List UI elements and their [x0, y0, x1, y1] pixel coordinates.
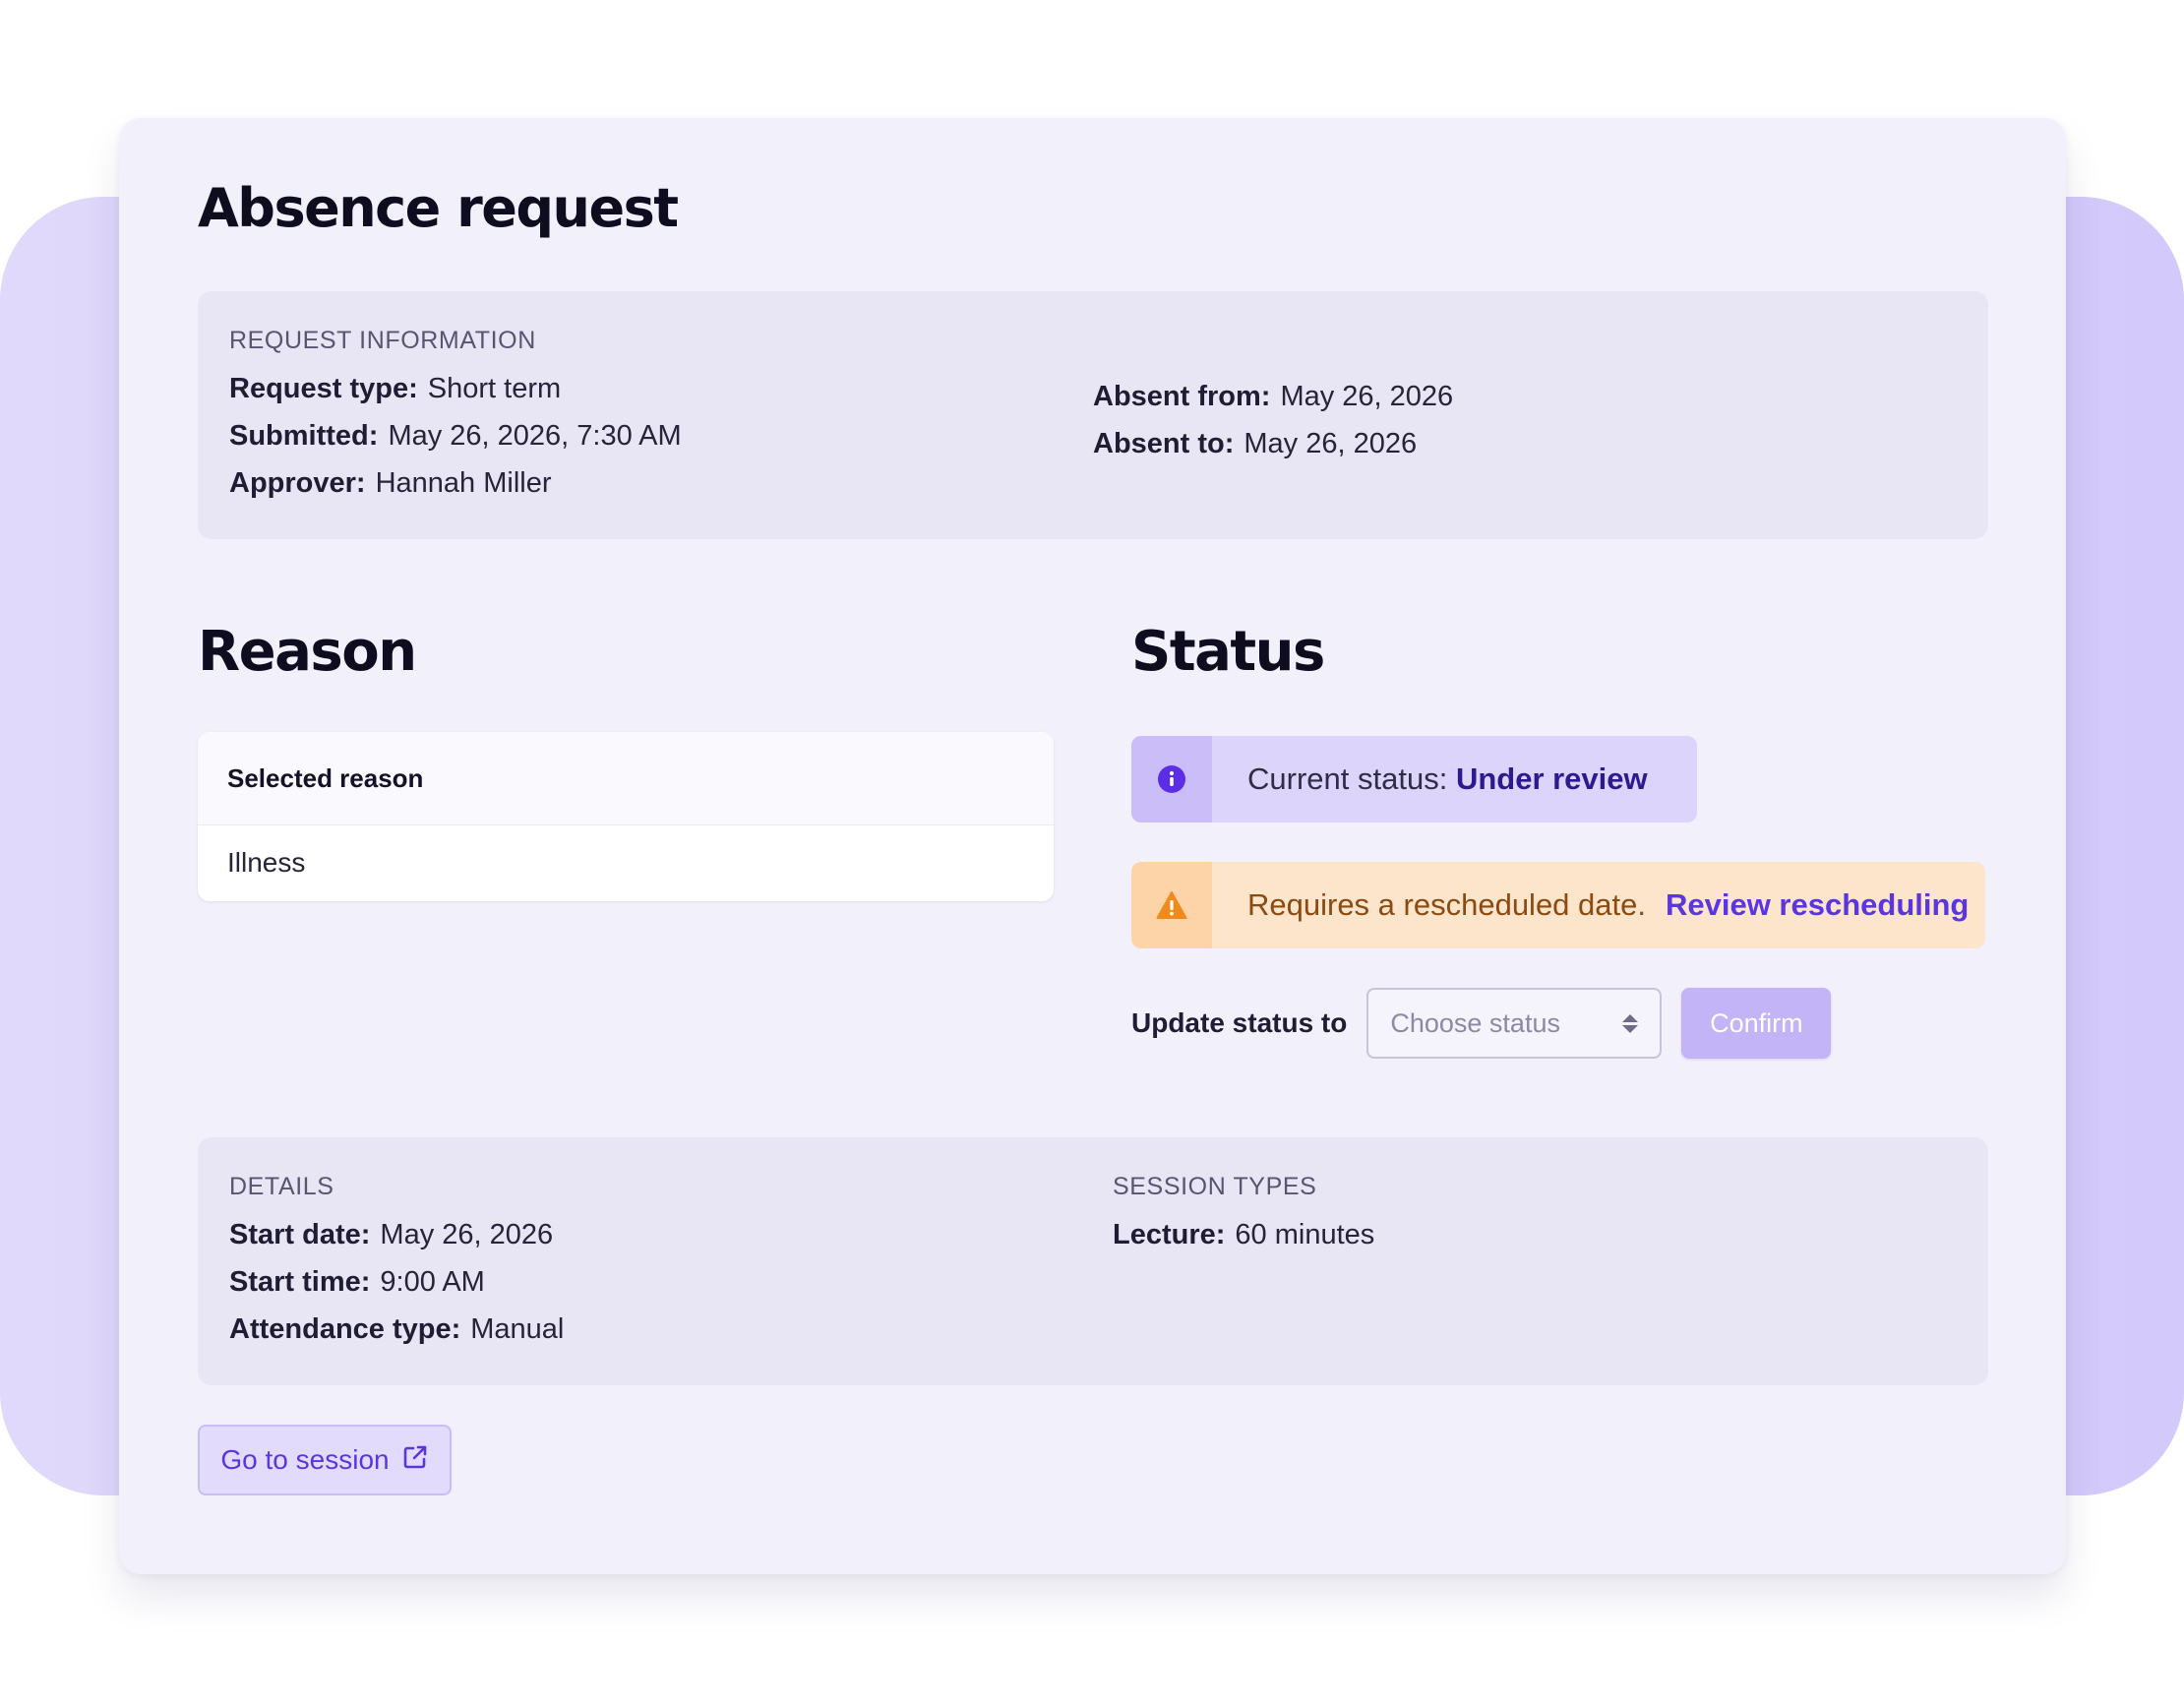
lecture-label: Lecture:	[1113, 1219, 1226, 1250]
current-status-value: Under review	[1455, 762, 1648, 796]
submitted-row: Submitted: May 26, 2026, 7:30 AM	[229, 412, 682, 459]
request-type-row: Request type: Short term	[229, 365, 682, 412]
approver-row: Approver: Hannah Miller	[229, 459, 682, 507]
session-types-column: SESSION TYPES Lecture: 60 minutes	[1113, 1173, 1374, 1258]
details-column: DETAILS Start date: May 26, 2026 Start ti…	[229, 1173, 564, 1353]
request-information-left: REQUEST INFORMATION Request type: Short t…	[229, 327, 682, 507]
reschedule-warning-text: Requires a rescheduled date. Review resch…	[1212, 887, 1985, 923]
absent-from-label: Absent from:	[1093, 381, 1271, 412]
attendance-type-label: Attendance type:	[229, 1313, 461, 1345]
status-select-placeholder: Choose status	[1390, 1007, 1560, 1038]
request-information-right: Absent from: May 26, 2026 Absent to: May 2…	[1093, 373, 1453, 467]
confirm-button[interactable]: Confirm	[1681, 988, 1832, 1059]
start-date-value: May 26, 2026	[380, 1219, 554, 1250]
absent-from-value: May 26, 2026	[1280, 381, 1454, 412]
absent-to-value: May 26, 2026	[1244, 428, 1418, 459]
details-heading: DETAILS	[229, 1173, 334, 1200]
absent-from-row: Absent from: May 26, 2026	[1093, 373, 1453, 420]
request-information-panel: REQUEST INFORMATION Request type: Short t…	[198, 291, 1988, 539]
review-rescheduling-link[interactable]: Review rescheduling	[1666, 887, 1969, 922]
go-to-session-label: Go to session	[220, 1444, 390, 1475]
start-date-row: Start date: May 26, 2026	[229, 1211, 564, 1258]
start-time-value: 9:00 AM	[380, 1266, 485, 1298]
absent-to-row: Absent to: May 26, 2026	[1093, 420, 1453, 467]
current-status-alert: Current status: Under review	[1131, 736, 1697, 823]
start-date-label: Start date:	[229, 1219, 371, 1250]
submitted-label: Submitted:	[229, 420, 379, 452]
status-select[interactable]: Choose status	[1366, 988, 1663, 1059]
current-status-label: Current status:	[1247, 762, 1448, 796]
attendance-type-row: Attendance type: Manual	[229, 1306, 564, 1353]
start-time-label: Start time:	[229, 1266, 371, 1298]
absence-request-card: Absence request REQUEST INFORMATION Requ…	[119, 118, 2066, 1574]
lecture-row: Lecture: 60 minutes	[1113, 1211, 1374, 1258]
page-title: Absence request	[198, 177, 679, 239]
reschedule-warning-alert: Requires a rescheduled date. Review resch…	[1131, 862, 1985, 948]
selected-reason-header: Selected reason	[198, 732, 1054, 825]
external-link-icon	[401, 1443, 429, 1478]
attendance-type-value: Manual	[470, 1313, 565, 1345]
reschedule-warning-message: Requires a rescheduled date.	[1247, 887, 1646, 922]
current-status-text: Current status: Under review	[1212, 762, 1683, 797]
status-title: Status	[1131, 620, 1325, 684]
info-icon	[1131, 736, 1212, 823]
session-types-heading: SESSION TYPES	[1113, 1173, 1317, 1200]
approver-label: Approver:	[229, 467, 366, 499]
update-status-row: Update status to Choose status Confirm	[1131, 988, 1832, 1059]
start-time-row: Start time: 9:00 AM	[229, 1258, 564, 1306]
approver-value: Hannah Miller	[375, 467, 552, 499]
selected-reason-card: Selected reason Illness	[198, 732, 1054, 901]
update-status-label: Update status to	[1131, 1007, 1348, 1038]
request-type-value: Short term	[427, 373, 562, 404]
lecture-value: 60 minutes	[1235, 1219, 1375, 1250]
request-type-label: Request type:	[229, 373, 418, 404]
go-to-session-button[interactable]: Go to session	[198, 1425, 452, 1495]
absent-to-label: Absent to:	[1093, 428, 1235, 459]
request-information-heading: REQUEST INFORMATION	[229, 327, 536, 354]
details-panel: DETAILS Start date: May 26, 2026 Start ti…	[198, 1137, 1988, 1385]
selected-reason-value: Illness	[227, 847, 306, 878]
reason-title: Reason	[198, 620, 417, 684]
warning-icon	[1131, 862, 1212, 948]
sort-arrows-icon	[1622, 1013, 1639, 1033]
submitted-value: May 26, 2026, 7:30 AM	[388, 420, 682, 452]
